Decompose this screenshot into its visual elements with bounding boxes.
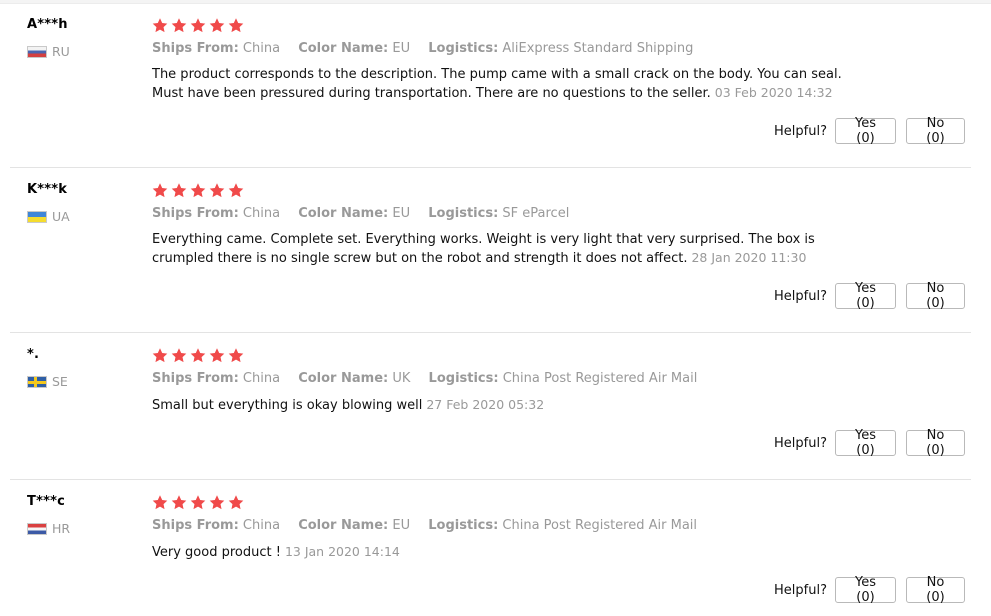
star-icon	[171, 183, 187, 198]
country-code: RU	[52, 44, 70, 59]
helpful-yes-button[interactable]: Yes (0)	[835, 281, 896, 311]
review-date: 28 Jan 2020 11:30	[691, 250, 807, 265]
review-body: Everything came. Complete set. Everythin…	[152, 231, 872, 268]
review-item: K***k UA Ships From: China Color Name: E…	[0, 167, 971, 332]
star-rating	[151, 17, 245, 34]
russia-flag-icon	[27, 45, 47, 58]
star-icon	[209, 348, 225, 363]
star-icon	[171, 18, 187, 33]
ships-from-value: China	[242, 518, 281, 533]
star-rating	[151, 182, 245, 199]
order-info: Ships From: China Color Name: UK Logisti…	[152, 371, 711, 386]
star-rating	[151, 494, 245, 511]
helpful-controls: Helpful? Yes (0) No (0)	[774, 428, 965, 458]
reviewer-name: A***h	[27, 17, 68, 32]
ukraine-flag-icon	[27, 210, 47, 223]
ships-from-label: Ships From:	[152, 371, 239, 386]
color-name-label: Color Name:	[298, 41, 389, 56]
logistics-label: Logistics:	[428, 41, 499, 56]
sweden-flag-icon	[27, 375, 47, 388]
review-item: A***h RU Ships From: China Color Name: E…	[0, 0, 971, 167]
star-icon	[171, 348, 187, 363]
reviewer-name: T***c	[27, 494, 65, 509]
review-text: Small but everything is okay blowing wel…	[152, 398, 423, 413]
star-icon	[190, 183, 206, 198]
order-info: Ships From: China Color Name: EU Logisti…	[152, 41, 707, 56]
order-info: Ships From: China Color Name: EU Logisti…	[152, 518, 711, 533]
reviewer-country: RU	[27, 44, 70, 59]
color-name-label: Color Name:	[298, 206, 389, 221]
review-text: Very good product !	[152, 545, 281, 560]
color-name-value: UK	[392, 371, 411, 386]
star-icon	[209, 495, 225, 510]
country-code: SE	[52, 374, 68, 389]
review-date: 27 Feb 2020 05:32	[426, 397, 545, 412]
color-name-value: EU	[392, 206, 411, 221]
logistics-label: Logistics:	[428, 206, 499, 221]
helpful-label: Helpful?	[774, 288, 827, 304]
star-icon	[209, 18, 225, 33]
helpful-yes-button[interactable]: Yes (0)	[835, 575, 896, 605]
star-icon	[209, 183, 225, 198]
star-icon	[228, 495, 244, 510]
logistics-value: China Post Registered Air Mail	[502, 371, 698, 386]
star-icon	[190, 18, 206, 33]
helpful-no-button[interactable]: No (0)	[906, 428, 965, 458]
ships-from-label: Ships From:	[152, 41, 239, 56]
croatia-flag-icon	[27, 522, 47, 535]
star-icon	[228, 348, 244, 363]
reviewer-name: *.	[27, 347, 40, 362]
ships-from-value: China	[242, 41, 281, 56]
star-icon	[152, 18, 168, 33]
logistics-label: Logistics:	[428, 371, 499, 386]
helpful-no-button[interactable]: No (0)	[906, 281, 965, 311]
review-body: Small but everything is okay blowing wel…	[152, 396, 872, 415]
ships-from-value: China	[242, 371, 281, 386]
helpful-controls: Helpful? Yes (0) No (0)	[774, 281, 965, 311]
star-icon	[228, 183, 244, 198]
review-body: Very good product ! 13 Jan 2020 14:14	[152, 543, 872, 562]
color-name-value: EU	[392, 41, 411, 56]
star-icon	[152, 183, 168, 198]
helpful-label: Helpful?	[774, 435, 827, 451]
review-date: 13 Jan 2020 14:14	[284, 544, 400, 559]
helpful-yes-button[interactable]: Yes (0)	[835, 428, 896, 458]
ships-from-label: Ships From:	[152, 206, 239, 221]
logistics-value: SF eParcel	[502, 206, 570, 221]
helpful-no-button[interactable]: No (0)	[906, 575, 965, 605]
helpful-yes-button[interactable]: Yes (0)	[835, 116, 896, 146]
reviewer-country: SE	[27, 374, 68, 389]
star-rating	[151, 347, 245, 364]
helpful-label: Helpful?	[774, 582, 827, 598]
reviewer-country: HR	[27, 521, 70, 536]
star-icon	[190, 348, 206, 363]
star-icon	[190, 495, 206, 510]
helpful-controls: Helpful? Yes (0) No (0)	[774, 116, 965, 146]
star-icon	[152, 495, 168, 510]
order-info: Ships From: China Color Name: EU Logisti…	[152, 206, 583, 221]
review-item: *. SE Ships From: China Color Name: UK L…	[0, 332, 971, 479]
helpful-label: Helpful?	[774, 123, 827, 139]
reviews-page: A***h RU Ships From: China Color Name: E…	[0, 0, 991, 616]
star-icon	[152, 348, 168, 363]
logistics-value: China Post Registered Air Mail	[502, 518, 698, 533]
ships-from-label: Ships From:	[152, 518, 239, 533]
color-name-label: Color Name:	[298, 518, 389, 533]
reviewer-name: K***k	[27, 182, 68, 197]
review-date: 03 Feb 2020 14:32	[714, 85, 833, 100]
color-name-value: EU	[392, 518, 411, 533]
helpful-controls: Helpful? Yes (0) No (0)	[774, 575, 965, 605]
logistics-label: Logistics:	[428, 518, 499, 533]
ships-from-value: China	[242, 206, 281, 221]
country-code: UA	[52, 209, 70, 224]
color-name-label: Color Name:	[298, 371, 389, 386]
star-icon	[228, 18, 244, 33]
logistics-value: AliExpress Standard Shipping	[502, 41, 694, 56]
reviewer-country: UA	[27, 209, 70, 224]
review-body: The product corresponds to the descripti…	[152, 66, 872, 103]
review-item: T***c HR Ships From: China Color Name: E…	[0, 479, 971, 616]
helpful-no-button[interactable]: No (0)	[906, 116, 965, 146]
country-code: HR	[52, 521, 71, 536]
star-icon	[171, 495, 187, 510]
